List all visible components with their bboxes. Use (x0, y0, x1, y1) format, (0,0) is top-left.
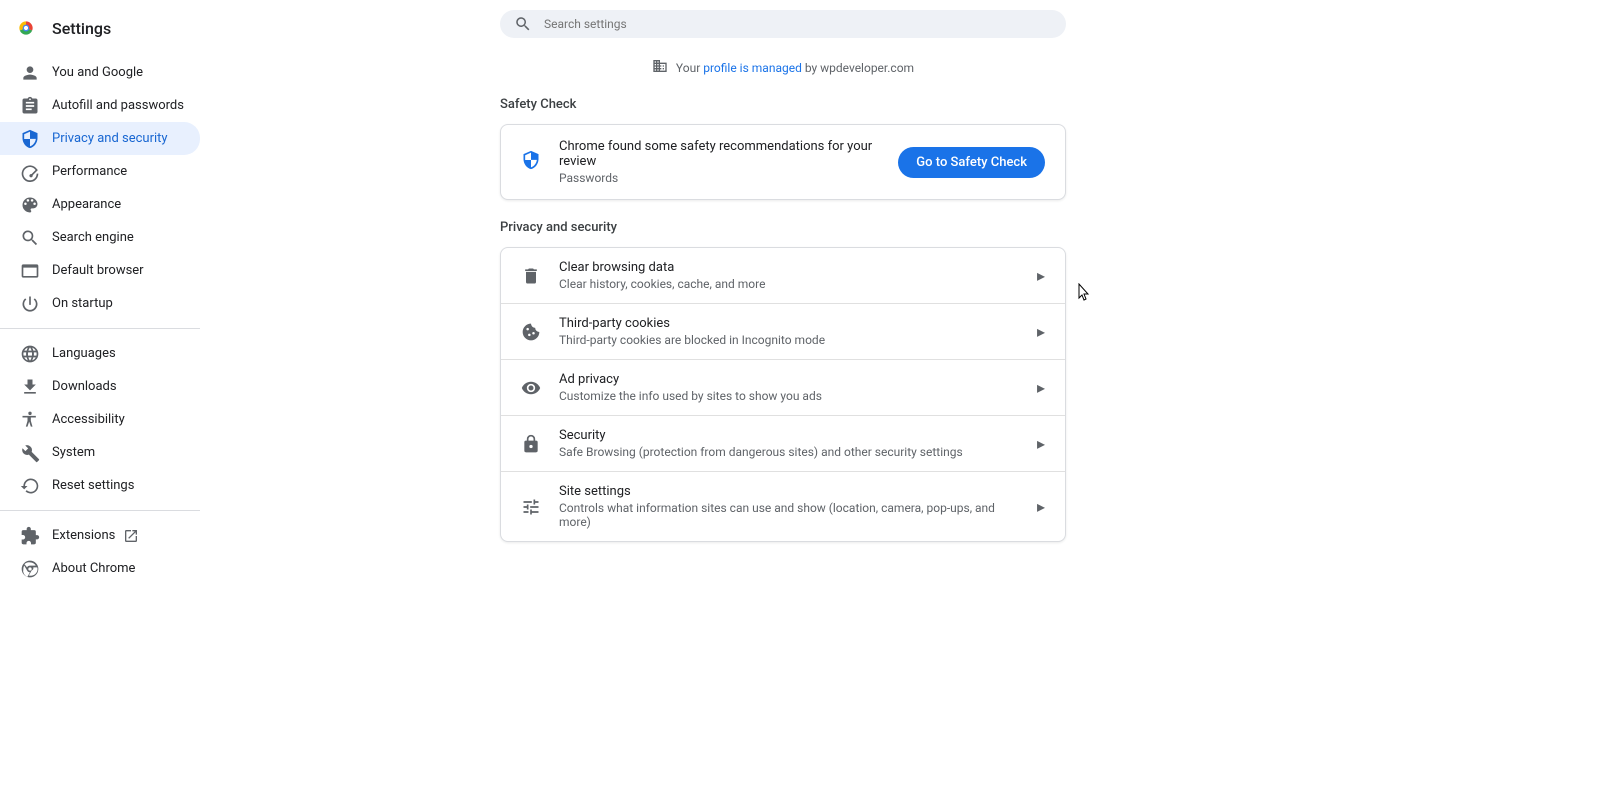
sidebar-item-label: Appearance (52, 197, 121, 212)
sidebar-item-downloads[interactable]: Downloads (0, 370, 200, 403)
extension-icon (20, 526, 40, 546)
chevron-right-icon: ▸ (1037, 266, 1045, 285)
wrench-icon (20, 443, 40, 463)
sidebar-item-performance[interactable]: Performance (0, 155, 200, 188)
shield-icon (20, 129, 40, 149)
download-icon (20, 377, 40, 397)
row-sub: Third-party cookies are blocked in Incog… (559, 333, 1019, 347)
chevron-right-icon: ▸ (1037, 322, 1045, 341)
power-icon (20, 294, 40, 314)
sidebar-item-label: Reset settings (52, 478, 134, 493)
row-title: Site settings (559, 484, 1019, 499)
sidebar-item-system[interactable]: System (0, 436, 200, 469)
sidebar-item-on-startup[interactable]: On startup (0, 287, 200, 320)
page-title: Settings (52, 19, 111, 38)
search-icon (514, 15, 532, 33)
sidebar-item-languages[interactable]: Languages (0, 337, 200, 370)
browser-icon (20, 261, 40, 281)
ad-privacy-icon (521, 378, 541, 398)
row-title: Third-party cookies (559, 316, 1019, 331)
sidebar-item-about-chrome[interactable]: About Chrome (0, 552, 200, 585)
safety-sub: Passwords (559, 171, 880, 185)
row-site-settings[interactable]: Site settings Controls what information … (501, 471, 1065, 541)
accessibility-icon (20, 410, 40, 430)
person-icon (20, 63, 40, 83)
chevron-right-icon: ▸ (1037, 434, 1045, 453)
speedometer-icon (20, 162, 40, 182)
row-security[interactable]: Security Safe Browsing (protection from … (501, 415, 1065, 471)
sidebar-item-autofill[interactable]: Autofill and passwords (0, 89, 200, 122)
privacy-card: Clear browsing data Clear history, cooki… (500, 247, 1066, 542)
tune-icon (521, 497, 541, 517)
row-sub: Safe Browsing (protection from dangerous… (559, 445, 1019, 459)
safety-check-row: Chrome found some safety recommendations… (501, 125, 1065, 199)
chrome-logo-icon (16, 18, 36, 38)
sidebar-item-label: Downloads (52, 379, 117, 394)
row-ad-privacy[interactable]: Ad privacy Customize the info used by si… (501, 359, 1065, 415)
safety-check-card: Chrome found some safety recommendations… (500, 124, 1066, 200)
sidebar-item-label: About Chrome (52, 561, 135, 576)
cookie-icon (521, 322, 541, 342)
clipboard-icon (20, 96, 40, 116)
row-title: Security (559, 428, 1019, 443)
globe-icon (20, 344, 40, 364)
sidebar-item-privacy[interactable]: Privacy and security (0, 122, 200, 155)
row-sub: Clear history, cookies, cache, and more (559, 277, 1019, 291)
divider (0, 328, 200, 329)
go-to-safety-check-button[interactable]: Go to Safety Check (898, 147, 1045, 178)
business-icon (652, 58, 668, 77)
managed-notice: Your profile is managed by wpdeveloper.c… (500, 58, 1066, 77)
chrome-outline-icon (20, 559, 40, 579)
search-input[interactable] (544, 17, 1066, 31)
row-sub: Controls what information sites can use … (559, 501, 1019, 529)
open-in-new-icon (123, 528, 139, 544)
row-third-party-cookies[interactable]: Third-party cookies Third-party cookies … (501, 303, 1065, 359)
sidebar-item-label: Extensions (52, 528, 115, 543)
sidebar-item-label: Search engine (52, 230, 134, 245)
row-title: Clear browsing data (559, 260, 1019, 275)
sidebar-item-accessibility[interactable]: Accessibility (0, 403, 200, 436)
sidebar-item-label: System (52, 445, 95, 460)
chevron-right-icon: ▸ (1037, 497, 1045, 516)
trash-icon (521, 266, 541, 286)
sidebar-item-label: Autofill and passwords (52, 98, 184, 113)
sidebar-item-reset[interactable]: Reset settings (0, 469, 200, 502)
sidebar-item-search-engine[interactable]: Search engine (0, 221, 200, 254)
sidebar-item-appearance[interactable]: Appearance (0, 188, 200, 221)
managed-prefix: Your (676, 61, 703, 75)
sidebar-item-extensions[interactable]: Extensions (0, 519, 200, 552)
shield-icon (521, 150, 541, 174)
sidebar: You and Google Autofill and passwords Pr… (0, 56, 200, 585)
sidebar-item-you-and-google[interactable]: You and Google (0, 56, 200, 89)
section-safety-check-title: Safety Check (500, 97, 1066, 112)
sidebar-item-default-browser[interactable]: Default browser (0, 254, 200, 287)
palette-icon (20, 195, 40, 215)
sidebar-item-label: Default browser (52, 263, 144, 278)
restore-icon (20, 476, 40, 496)
row-sub: Customize the info used by sites to show… (559, 389, 1019, 403)
search-icon (20, 228, 40, 248)
sidebar-item-label: Performance (52, 164, 127, 179)
divider (0, 510, 200, 511)
sidebar-item-label: Privacy and security (52, 131, 168, 146)
row-title: Ad privacy (559, 372, 1019, 387)
sidebar-item-label: Languages (52, 346, 116, 361)
chevron-right-icon: ▸ (1037, 378, 1045, 397)
managed-suffix: by wpdeveloper.com (802, 61, 914, 75)
row-clear-browsing-data[interactable]: Clear browsing data Clear history, cooki… (501, 248, 1065, 303)
safety-headline: Chrome found some safety recommendations… (559, 139, 880, 169)
main-content: Your profile is managed by wpdeveloper.c… (200, 0, 1600, 542)
section-privacy-title: Privacy and security (500, 220, 1066, 235)
sidebar-item-label: Accessibility (52, 412, 125, 427)
managed-link[interactable]: profile is managed (703, 61, 802, 75)
lock-icon (521, 434, 541, 454)
sidebar-item-label: On startup (52, 296, 113, 311)
search-box[interactable] (500, 10, 1066, 38)
sidebar-item-label: You and Google (52, 65, 143, 80)
